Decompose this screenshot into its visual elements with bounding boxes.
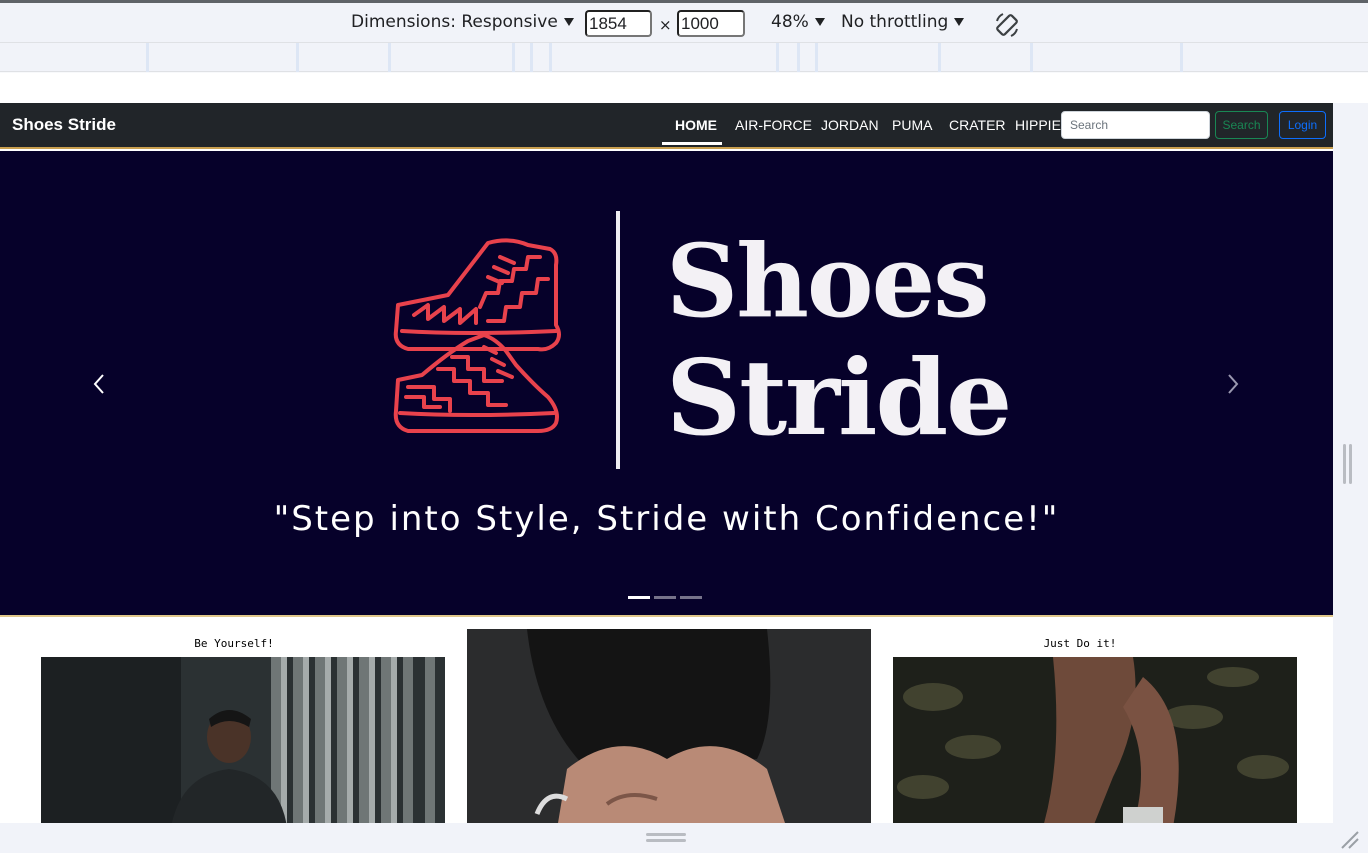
carousel-next-button[interactable] <box>1192 151 1272 617</box>
nav-item-jordan[interactable]: JORDAN <box>821 117 879 133</box>
chevron-right-icon <box>1228 374 1239 394</box>
zoom-label: 48% <box>771 12 809 32</box>
card-image-sneakers <box>467 629 871 823</box>
throttling-dropdown[interactable]: No throttling <box>841 12 965 32</box>
caret-down-icon <box>814 18 825 26</box>
feature-cards: Be Yourself! Just Do it! <box>0 619 1333 823</box>
nav-item-air-force[interactable]: AIR-FORCE <box>735 117 812 133</box>
device-toolbar: Dimensions: Responsive × 48% No throttli… <box>0 3 1368 43</box>
dimensions-label: Dimensions: Responsive <box>351 12 558 32</box>
login-button[interactable]: Login <box>1279 111 1326 139</box>
card-caption: Be Yourself! <box>194 637 274 650</box>
rotate-icon[interactable] <box>993 11 1021 39</box>
carousel-indicators <box>628 596 702 599</box>
width-resize-handle[interactable] <box>1343 444 1352 484</box>
card-image-be-yourself <box>41 657 445 823</box>
dimensions-dropdown[interactable]: Dimensions: Responsive <box>351 12 574 32</box>
search-input[interactable] <box>1061 111 1210 139</box>
media-query-ruler <box>0 43 1368 72</box>
logo-title-line2: Stride <box>666 336 1012 459</box>
card-caption: Just Do it! <box>1043 637 1117 650</box>
zoom-dropdown[interactable]: 48% <box>771 12 825 32</box>
nav-item-crater[interactable]: CRATER <box>949 117 1006 133</box>
emulated-page: Shoes Stride HOME AIR-FORCE JORDAN PUMA … <box>0 103 1333 823</box>
nav-item-hippie[interactable]: HIPPIE <box>1015 117 1061 133</box>
shoes-logo-icon <box>393 238 561 433</box>
times-sign: × <box>659 16 672 34</box>
nav-item-puma[interactable]: PUMA <box>892 117 932 133</box>
carousel-indicator-3[interactable] <box>680 596 702 599</box>
viewport-gutter <box>0 73 1368 103</box>
caret-down-icon <box>563 18 574 26</box>
hero-carousel: Shoes Stride "Step into Style, Stride wi… <box>0 151 1333 617</box>
caret-down-icon <box>954 18 965 26</box>
active-indicator <box>662 142 722 145</box>
brand-link[interactable]: Shoes Stride <box>12 115 116 135</box>
nav-item-home[interactable]: HOME <box>675 117 717 133</box>
hero-tagline: "Step into Style, Stride with Confidence… <box>273 499 1060 539</box>
throttling-label: No throttling <box>841 12 949 32</box>
search-button[interactable]: Search <box>1215 111 1268 139</box>
navbar: Shoes Stride HOME AIR-FORCE JORDAN PUMA … <box>0 103 1333 149</box>
width-input[interactable] <box>585 10 652 37</box>
card-image-just-do-it <box>893 657 1297 823</box>
height-input[interactable] <box>677 10 745 37</box>
carousel-indicator-1[interactable] <box>628 596 650 599</box>
carousel-indicator-2[interactable] <box>654 596 676 599</box>
carousel-prev-button[interactable] <box>58 151 138 617</box>
logo-divider <box>616 211 620 469</box>
logo-title-line1: Shoes <box>666 222 990 340</box>
resize-handle-icon[interactable] <box>1338 828 1360 850</box>
chevron-left-icon <box>93 374 104 394</box>
height-resize-handle[interactable] <box>646 833 686 845</box>
